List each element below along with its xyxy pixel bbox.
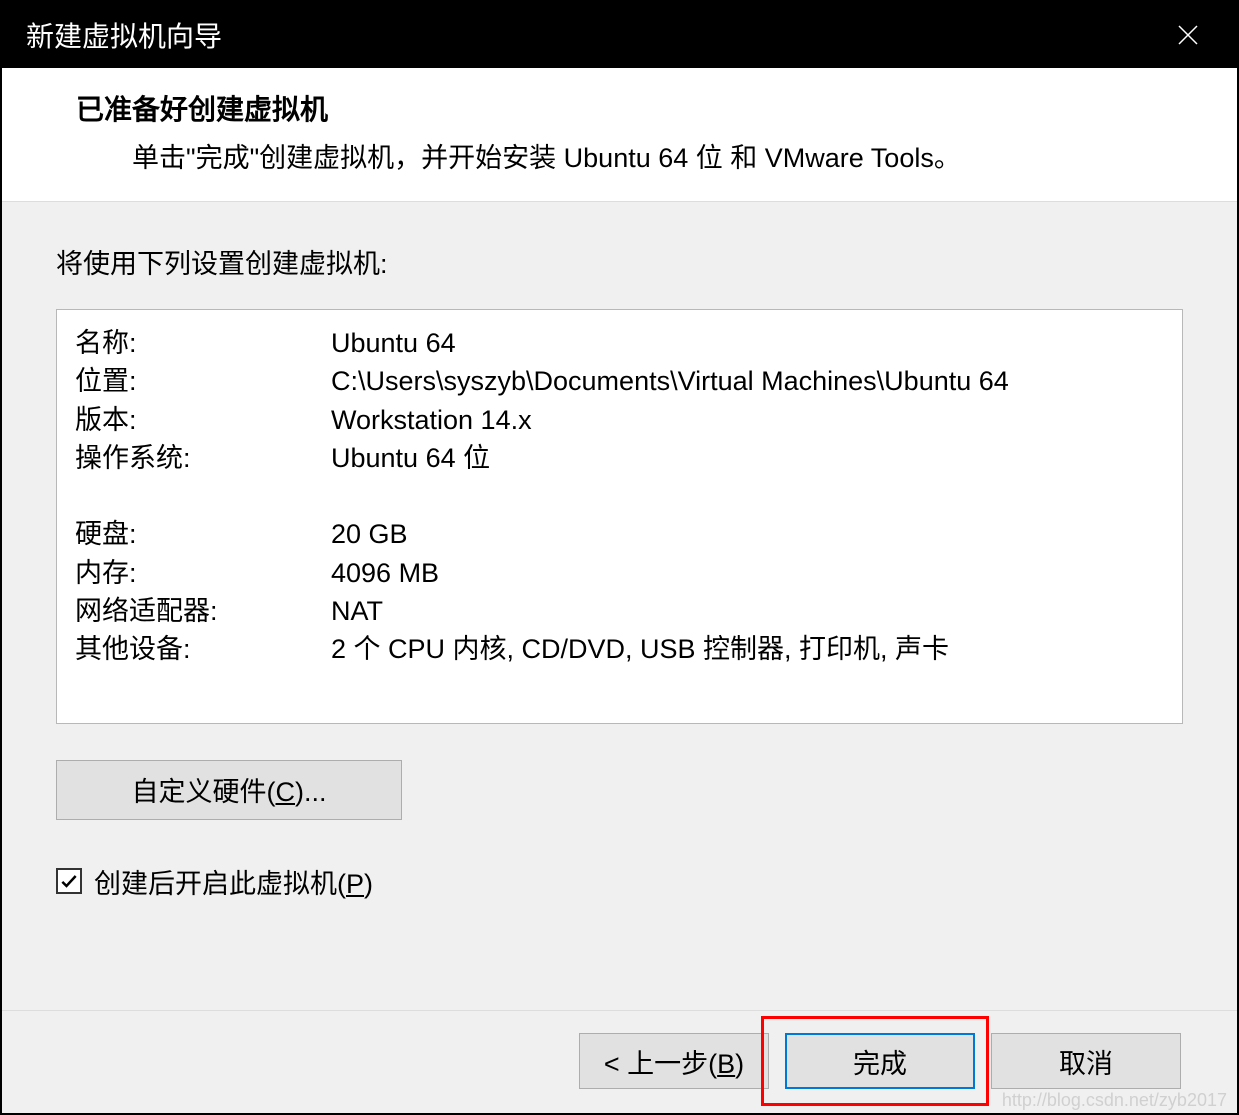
footer-area: < 上一步(B) 完成 取消 http://blog.csdn.net/zyb2… [2,1010,1237,1113]
setting-row-disk: 硬盘: 20 GB [75,515,1164,553]
btn-mnemonic: B [717,1049,735,1079]
label-text: 创建后开启此虚拟机( [94,869,346,899]
btn-text: 自定义硬件( [132,777,276,807]
btn-text: ) [735,1049,744,1079]
setting-row-other: 其他设备: 2 个 CPU 内核, CD/DVD, USB 控制器, 打印机, … [75,630,1164,668]
setting-value: 2 个 CPU 内核, CD/DVD, USB 控制器, 打印机, 声卡 [331,630,1164,668]
setting-row-version: 版本: Workstation 14.x [75,401,1164,439]
btn-mnemonic: C [276,777,296,807]
setting-row-os: 操作系统: Ubuntu 64 位 [75,439,1164,477]
header-area: 已准备好创建虚拟机 单击"完成"创建虚拟机，并开始安装 Ubuntu 64 位 … [2,68,1237,202]
setting-value: NAT [331,592,1164,630]
setting-row-network: 网络适配器: NAT [75,592,1164,630]
setting-value: C:\Users\syszyb\Documents\Virtual Machin… [331,362,1164,400]
setting-value: Ubuntu 64 位 [331,439,1164,477]
close-icon [1176,23,1200,47]
poweron-checkbox[interactable] [56,868,82,894]
wizard-window: 新建虚拟机向导 已准备好创建虚拟机 单击"完成"创建虚拟机，并开始安装 Ubun… [0,0,1239,1115]
content-area: 将使用下列设置创建虚拟机: 名称: Ubuntu 64 位置: C:\Users… [2,202,1237,1010]
settings-summary-box: 名称: Ubuntu 64 位置: C:\Users\syszyb\Docume… [56,309,1183,724]
check-icon [59,871,79,891]
window-title: 新建虚拟机向导 [26,15,222,55]
poweron-checkbox-label[interactable]: 创建后开启此虚拟机(P) [94,862,373,901]
label-mnemonic: P [346,869,364,899]
setting-value: Ubuntu 64 [331,324,1164,362]
finish-button[interactable]: 完成 [785,1033,975,1089]
label-text: ) [364,869,373,899]
setting-value: Workstation 14.x [331,401,1164,439]
header-title: 已准备好创建虚拟机 [2,88,1237,128]
setting-label: 位置: [75,362,331,400]
intro-text: 将使用下列设置创建虚拟机: [56,242,1183,281]
setting-row-memory: 内存: 4096 MB [75,554,1164,592]
close-button[interactable] [1163,10,1213,60]
setting-value: 20 GB [331,515,1164,553]
setting-label: 操作系统: [75,439,331,477]
setting-label: 硬盘: [75,515,331,553]
header-subtitle: 单击"完成"创建虚拟机，并开始安装 Ubuntu 64 位 和 VMware T… [2,128,1237,175]
setting-row-location: 位置: C:\Users\syszyb\Documents\Virtual Ma… [75,362,1164,400]
setting-label: 版本: [75,401,331,439]
setting-label: 内存: [75,554,331,592]
setting-label: 网络适配器: [75,592,331,630]
watermark: http://blog.csdn.net/zyb2017 [1002,1090,1227,1111]
cancel-button[interactable]: 取消 [991,1033,1181,1089]
customize-hardware-button[interactable]: 自定义硬件(C)... [56,760,402,820]
back-button[interactable]: < 上一步(B) [579,1033,769,1089]
setting-label: 其他设备: [75,630,331,668]
btn-text: )... [295,777,327,807]
setting-value: 4096 MB [331,554,1164,592]
titlebar: 新建虚拟机向导 [2,2,1237,68]
poweron-checkbox-row: 创建后开启此虚拟机(P) [56,862,1183,901]
setting-label: 名称: [75,324,331,362]
setting-row-name: 名称: Ubuntu 64 [75,324,1164,362]
btn-text: < 上一步( [604,1049,717,1079]
